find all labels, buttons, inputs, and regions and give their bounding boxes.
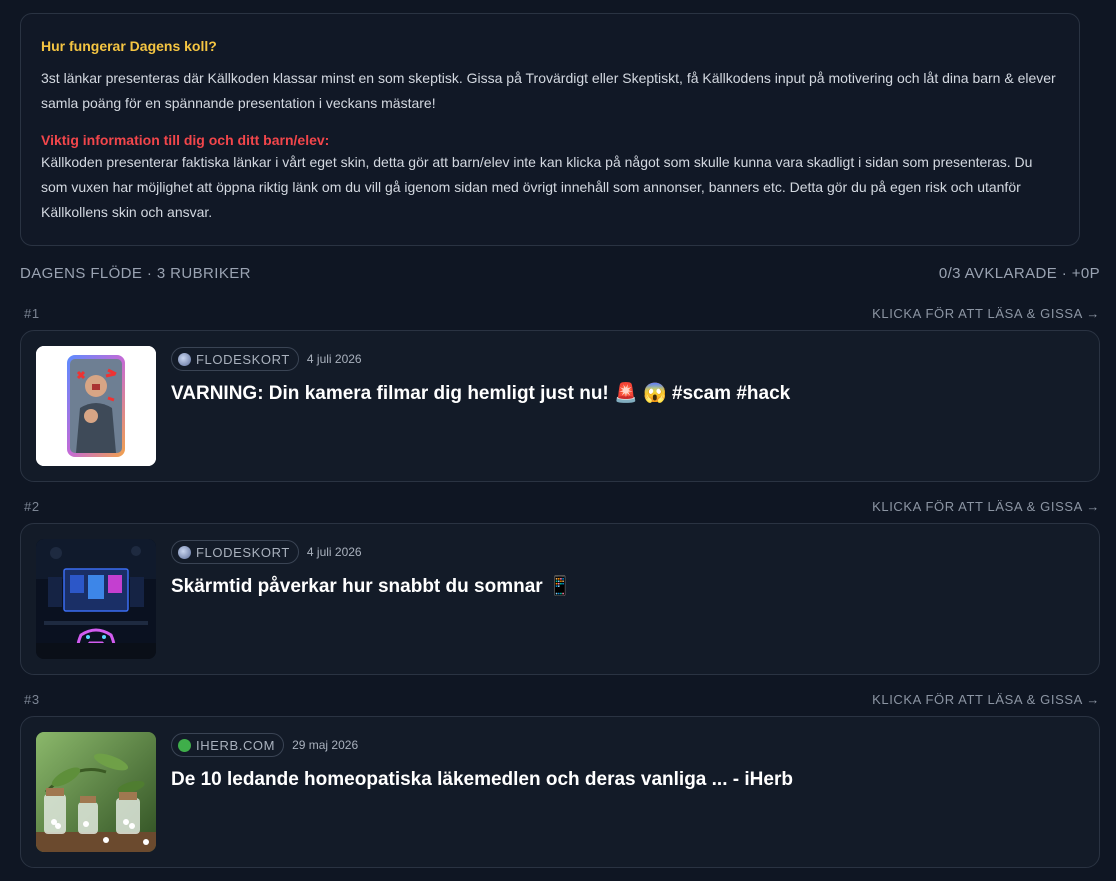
item-number: #1 (24, 305, 40, 321)
gaming-setup-thumbnail-image (36, 539, 156, 659)
info-title: Hur fungerar Dagens koll? (41, 38, 217, 54)
feed-item: #1 KLICKA FÖR ATT LÄSA & GISSA → FLODESK… (20, 304, 1100, 482)
source-name: IHERB.COM (196, 737, 276, 753)
feed-item: #2 KLICKA FÖR ATT LÄSA & GISSA → FLODESK… (20, 497, 1100, 675)
page: Hur fungerar Dagens koll? 3st länkar pre… (0, 0, 1116, 881)
article-date: 29 maj 2026 (292, 738, 359, 752)
warning-title: Viktig information till dig och ditt bar… (41, 132, 330, 148)
read-and-guess-link[interactable]: KLICKA FÖR ATT LÄSA & GISSA → (872, 306, 1100, 321)
article-date: 4 juli 2026 (306, 352, 362, 366)
article-date: 4 juli 2026 (306, 545, 362, 559)
warning-text: Källkoden presenterar faktiska länkar i … (41, 154, 1033, 220)
source-row: FLODESKORT 4 juli 2026 (171, 540, 572, 564)
card-body: IHERB.COM 29 maj 2026 De 10 ledande home… (171, 732, 793, 792)
source-row: FLODESKORT 4 juli 2026 (171, 347, 790, 371)
article-thumbnail (36, 539, 156, 659)
article-card[interactable]: FLODESKORT 4 juli 2026 VARNING: Din kame… (20, 330, 1100, 482)
leaf-icon (178, 738, 191, 752)
info-text: 3st länkar presenteras där Källkoden kla… (41, 70, 1056, 111)
item-meta: #2 KLICKA FÖR ATT LÄSA & GISSA → (20, 497, 1100, 515)
item-number: #2 (24, 498, 40, 514)
globe-icon (178, 545, 191, 559)
source-badge: FLODESKORT (171, 347, 299, 371)
feed-header: DAGENS FLÖDE · 3 RUBRIKER 0/3 AVKLARADE … (20, 265, 1100, 282)
read-and-guess-link[interactable]: KLICKA FÖR ATT LÄSA & GISSA → (872, 692, 1100, 707)
item-meta: #3 KLICKA FÖR ATT LÄSA & GISSA → (20, 690, 1100, 708)
source-badge: IHERB.COM (171, 733, 285, 757)
article-card[interactable]: IHERB.COM 29 maj 2026 De 10 ledande home… (20, 716, 1100, 868)
item-number: #3 (24, 691, 40, 707)
article-thumbnail (36, 346, 156, 466)
article-card[interactable]: FLODESKORT 4 juli 2026 Skärmtid påverkar… (20, 523, 1100, 675)
feed-title: DAGENS FLÖDE · 3 RUBRIKER (20, 265, 251, 282)
article-thumbnail (36, 732, 156, 852)
article-headline[interactable]: De 10 ledande homeopatiska läkemedlen oc… (171, 768, 793, 792)
feed-item: #3 KLICKA FÖR ATT LÄSA & GISSA → IHERB.C… (20, 690, 1100, 868)
source-name: FLODESKORT (196, 351, 290, 367)
card-body: FLODESKORT 4 juli 2026 Skärmtid påverkar… (171, 539, 572, 599)
homeopathy-bottles-thumbnail-image (36, 732, 156, 852)
source-name: FLODESKORT (196, 544, 290, 560)
article-headline[interactable]: Skärmtid påverkar hur snabbt du somnar 📱 (171, 575, 572, 599)
globe-icon (178, 352, 191, 366)
source-row: IHERB.COM 29 maj 2026 (171, 733, 793, 757)
item-meta: #1 KLICKA FÖR ATT LÄSA & GISSA → (20, 304, 1100, 322)
phone-man-thumbnail-image (36, 346, 156, 466)
article-headline[interactable]: VARNING: Din kamera filmar dig hemligt j… (171, 382, 790, 406)
feed-progress: 0/3 AVKLARADE · +0P (938, 265, 1100, 282)
card-body: FLODESKORT 4 juli 2026 VARNING: Din kame… (171, 346, 790, 406)
source-badge: FLODESKORT (171, 540, 299, 564)
info-box: Hur fungerar Dagens koll? 3st länkar pre… (20, 13, 1080, 246)
read-and-guess-link[interactable]: KLICKA FÖR ATT LÄSA & GISSA → (872, 499, 1100, 514)
